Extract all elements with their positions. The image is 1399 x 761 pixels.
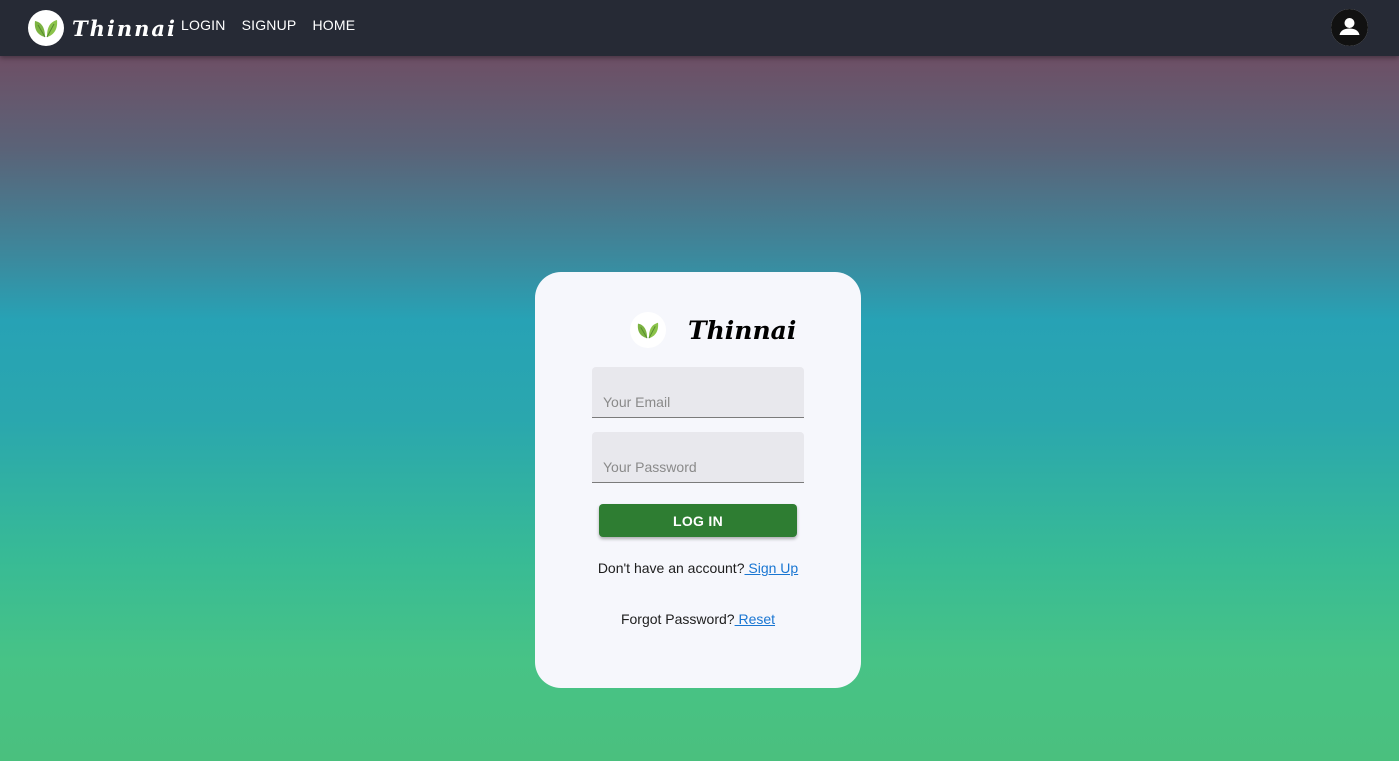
nav-signup-link[interactable]: SIGNUP: [242, 17, 297, 33]
nav-home-link[interactable]: HOME: [312, 17, 355, 33]
login-button[interactable]: LOG IN: [599, 504, 797, 537]
email-input[interactable]: [592, 367, 804, 417]
reset-link[interactable]: Reset: [735, 611, 775, 627]
email-field: [592, 367, 804, 418]
signup-prompt-text: Don't have an account?: [597, 560, 745, 576]
card-title: Thinnai: [688, 315, 797, 345]
forgot-password-text: Forgot Password?: [620, 611, 735, 627]
password-field: [592, 432, 804, 483]
signup-prompt-row: Don't have an account? Sign Up: [535, 560, 861, 576]
top-navbar: Thinnai LOGIN SIGNUP HOME: [0, 0, 1399, 56]
login-card: Thinnai LOG IN Don't have an account? Si…: [535, 272, 861, 688]
brand-home-link[interactable]: Thinnai: [28, 9, 177, 47]
account-button[interactable]: [1331, 9, 1368, 46]
leaf-logo-icon: [28, 10, 64, 46]
nav-login-link[interactable]: LOGIN: [181, 17, 226, 33]
account-circle-icon: [1331, 9, 1368, 46]
brand-name: Thinnai: [72, 15, 177, 41]
password-input[interactable]: [592, 432, 804, 482]
leaf-logo-icon: [630, 312, 666, 348]
nav-links: LOGIN SIGNUP HOME: [181, 17, 355, 33]
signup-link[interactable]: Sign Up: [744, 560, 798, 576]
forgot-password-row: Forgot Password? Reset: [535, 611, 861, 627]
card-header: Thinnai: [630, 312, 796, 348]
